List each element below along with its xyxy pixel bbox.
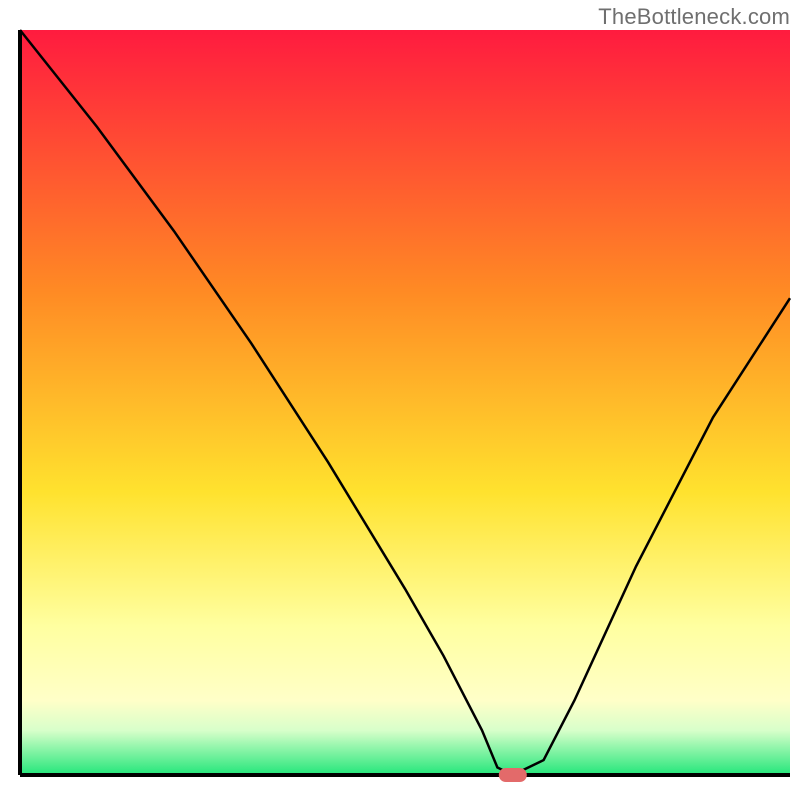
- minimum-marker: [499, 768, 527, 782]
- chart-svg: [0, 0, 800, 800]
- gradient-background: [20, 30, 790, 775]
- plot-area: [20, 30, 790, 782]
- bottleneck-chart: TheBottleneck.com: [0, 0, 800, 800]
- watermark-text: TheBottleneck.com: [598, 4, 790, 30]
